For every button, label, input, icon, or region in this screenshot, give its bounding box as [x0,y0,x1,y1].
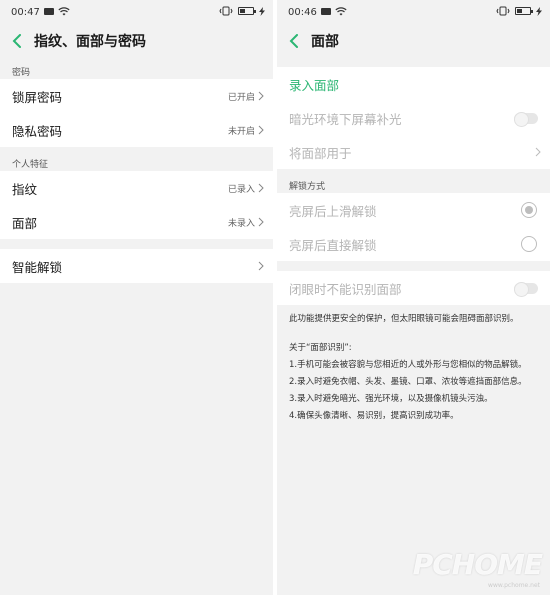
about-item: 1.手机可能会被容貌与您相近的人或外形与您相似的物品解锁。 [289,360,527,370]
row-label: 面部 [12,215,38,231]
password-group: 锁屏密码 已开启 隐私密码 未开启 [0,79,273,147]
vibrate-icon [219,6,233,16]
row-use-face-for[interactable]: 将面部用于 [277,135,550,169]
charging-icon [259,6,265,16]
row-value: 已录入 [227,184,255,195]
row-value: 未开启 [227,126,255,137]
closed-eyes-group: 闭眼时不能识别面部 [277,271,550,305]
unlock-mode-group: 亮屏后上滑解锁 亮屏后直接解锁 [277,193,550,261]
screenshot-comparison: 00:47 指纹、面部与密码 密码 锁屏密码 已开启 隐私密码 未开启 个人特征… [0,0,550,595]
note-intro: 此功能提供更安全的保护，但太阳眼镜可能会阻碍面部识别。 [289,314,519,324]
row-value: 未录入 [227,218,255,229]
row-label: 指纹 [12,181,38,197]
chevron-right-icon [535,147,541,157]
notification-icon [321,8,331,15]
face-enroll-group: 录入面部 暗光环境下屏幕补光 将面部用于 [277,67,550,169]
dim-light-toggle[interactable] [514,112,538,127]
left-phone-screen: 00:47 指纹、面部与密码 密码 锁屏密码 已开启 隐私密码 未开启 个人特征… [0,0,273,595]
battery-icon [238,7,256,15]
row-label: 亮屏后直接解锁 [289,237,377,253]
row-label: 亮屏后上滑解锁 [289,203,377,219]
chevron-right-icon [258,217,264,227]
row-fingerprint[interactable]: 指纹 已录入 [0,171,273,205]
battery-icon [515,7,533,15]
row-label: 闭眼时不能识别面部 [289,281,402,297]
watermark-site: www.pchome.net [488,582,540,589]
watermark-logo: PCHOME [412,548,543,581]
row-value: 已开启 [227,92,255,103]
row-unlock-swipe[interactable]: 亮屏后上滑解锁 [277,193,550,227]
chevron-right-icon [258,183,264,193]
radio-direct-unlock[interactable] [521,236,537,252]
vibrate-icon [496,6,510,16]
chevron-right-icon [258,261,264,271]
status-left-icons [321,7,347,16]
row-closed-eyes[interactable]: 闭眼时不能识别面部 [277,271,550,305]
status-right-icons [219,6,265,16]
biometrics-group: 指纹 已录入 面部 未录入 [0,171,273,239]
chevron-right-icon [258,125,264,135]
section-label-unlock-mode: 解锁方式 [289,182,326,192]
status-time: 00:46 [288,7,317,18]
section-label-biometrics: 个人特征 [12,160,49,170]
section-label-password: 密码 [12,68,31,78]
page-title: 指纹、面部与密码 [34,33,146,50]
row-lockscreen-password[interactable]: 锁屏密码 已开启 [0,79,273,113]
status-right-icons [496,6,542,16]
charging-icon [536,6,542,16]
wifi-icon [335,7,347,16]
chevron-right-icon [258,91,264,101]
row-label: 将面部用于 [289,145,352,161]
right-phone-screen: 00:46 面部 录入面部 暗光环境下屏幕补光 将面部用于 解锁方式 亮屏后上滑… [277,0,550,595]
about-face-title: 关于“面部识别”: [289,343,352,353]
row-label: 智能解锁 [12,259,63,275]
row-label: 隐私密码 [12,123,63,139]
back-arrow-icon[interactable] [6,30,28,52]
divider [277,55,550,67]
page-title: 面部 [311,33,339,50]
row-unlock-direct[interactable]: 亮屏后直接解锁 [277,227,550,261]
title-bar: 指纹、面部与密码 [0,26,273,55]
row-label: 锁屏密码 [12,89,63,105]
row-smart-unlock[interactable]: 智能解锁 [0,249,273,283]
row-label: 暗光环境下屏幕补光 [289,111,402,127]
closed-eyes-toggle[interactable] [514,282,538,297]
row-face[interactable]: 面部 未录入 [0,205,273,239]
status-bar: 00:46 [277,0,550,26]
enroll-face-button: 录入面部 [289,77,340,93]
about-item: 3.录入时避免暗光、强光环境，以及摄像机镜头污浊。 [289,394,493,404]
divider [277,261,550,271]
smart-unlock-group: 智能解锁 [0,249,273,283]
back-arrow-icon[interactable] [283,30,305,52]
status-bar: 00:47 [0,0,273,26]
status-time: 00:47 [11,7,40,18]
row-enroll-face[interactable]: 录入面部 [277,67,550,101]
title-bar: 面部 [277,26,550,55]
radio-swipe-unlock[interactable] [521,202,537,218]
notification-icon [44,8,54,15]
about-item: 2.录入时避免衣帽、头发、墨镜、口罩、浓妆等遮挡面部信息。 [289,377,527,387]
row-dim-light-fill[interactable]: 暗光环境下屏幕补光 [277,101,550,135]
wifi-icon [58,7,70,16]
about-item: 4.确保头像清晰、易识别，提高识别成功率。 [289,411,459,421]
divider [0,239,273,249]
status-left-icons [44,7,70,16]
row-privacy-password[interactable]: 隐私密码 未开启 [0,113,273,147]
